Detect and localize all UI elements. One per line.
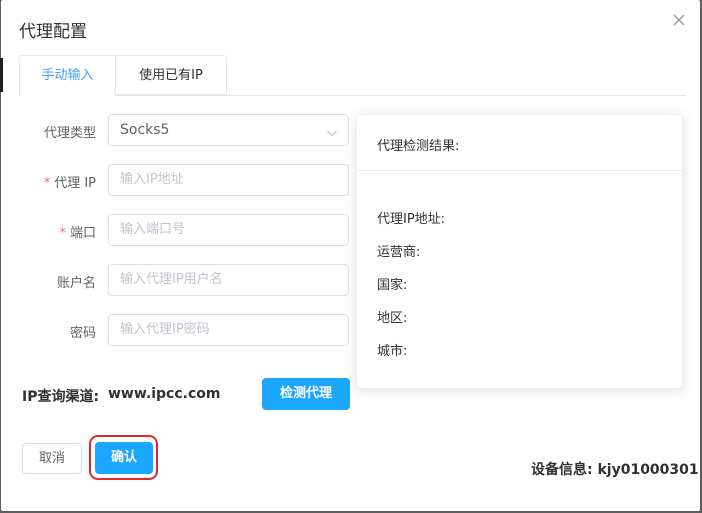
password-label: 密码 <box>23 322 96 341</box>
required-mark: * <box>59 226 66 241</box>
result-country: 国家: <box>377 278 408 293</box>
tabs-divider <box>19 95 686 96</box>
proxy-type-label: 代理类型 <box>23 122 96 141</box>
proxy-ip-placeholder: 输入IP地址 <box>120 172 184 187</box>
password-label-text: 密码 <box>69 326 96 341</box>
port-label: * 端口 <box>23 222 96 241</box>
username-placeholder: 输入代理IP用户名 <box>120 272 223 287</box>
proxy-type-select[interactable]: Socks5 <box>108 114 349 146</box>
check-proxy-button[interactable]: 检测代理 <box>262 378 350 410</box>
tab-existing-ip[interactable]: 使用已有IP <box>115 55 227 95</box>
result-region: 地区: <box>377 311 408 326</box>
result-title: 代理检测结果: <box>377 139 460 154</box>
background-edge <box>0 58 3 92</box>
confirm-button[interactable]: 确认 <box>95 442 153 474</box>
cancel-button[interactable]: 取消 <box>22 443 82 474</box>
proxy-ip-label: * 代理 IP <box>23 172 96 191</box>
proxy-config-dialog: 代理配置 手动输入 使用已有IP 代理类型 Socks5 * 代理 IP 输入IP… <box>1 0 700 511</box>
port-input[interactable]: 输入端口号 <box>108 214 349 246</box>
username-label: 账户名 <box>23 272 96 291</box>
password-input[interactable]: 输入代理IP密码 <box>108 314 349 346</box>
result-isp: 运营商: <box>377 245 421 260</box>
username-label-text: 账户名 <box>56 276 96 291</box>
dialog-title: 代理配置 <box>19 22 87 42</box>
ip-query-channel-value: www.ipcc.com <box>108 386 221 402</box>
required-mark: * <box>43 176 51 191</box>
tabs: 手动输入 使用已有IP <box>19 55 686 96</box>
result-ip-address: 代理IP地址: <box>377 212 446 227</box>
proxy-ip-input[interactable]: 输入IP地址 <box>108 164 349 196</box>
password-placeholder: 输入代理IP密码 <box>120 322 210 337</box>
proxy-check-result-card: 代理检测结果: 代理IP地址: 运营商: 国家: 地区: 城市: <box>356 114 683 389</box>
proxy-type-label-text: 代理类型 <box>43 126 96 141</box>
proxy-ip-label-text: 代理 IP <box>54 176 96 191</box>
device-info: 设备信息: kjy01000301 <box>531 462 699 478</box>
proxy-type-value: Socks5 <box>120 122 170 138</box>
result-city: 城市: <box>377 344 408 359</box>
chevron-down-icon <box>326 124 338 137</box>
username-input[interactable]: 输入代理IP用户名 <box>108 264 349 296</box>
tab-manual-input[interactable]: 手动输入 <box>19 55 116 96</box>
close-icon[interactable] <box>671 12 687 28</box>
ip-query-channel-label: IP查询渠道: <box>22 389 100 405</box>
result-divider <box>357 170 682 171</box>
port-placeholder: 输入端口号 <box>120 222 186 237</box>
port-label-text: 端口 <box>69 226 96 241</box>
